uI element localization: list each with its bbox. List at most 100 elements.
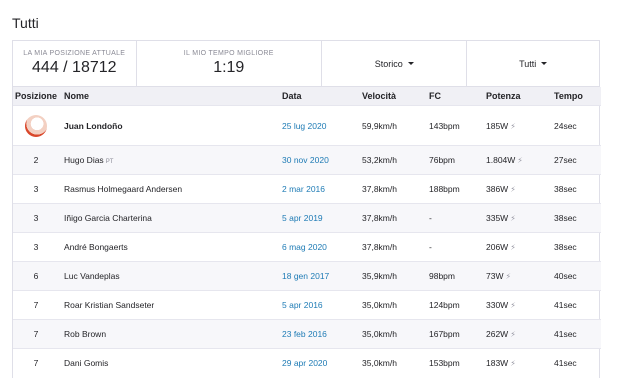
row-time: 38sec <box>549 203 601 233</box>
athlete-name-link[interactable]: Luc Vandeplas <box>64 271 120 281</box>
column-header-position[interactable]: Posizione <box>13 87 59 106</box>
my-position-label: LA MIA POSIZIONE ATTUALE <box>23 50 126 57</box>
row-date-cell: 29 apr 2020 <box>277 348 357 378</box>
row-heart-rate: - <box>424 232 481 262</box>
row-position: 7 <box>13 319 59 349</box>
row-athlete-cell: André Bongaerts <box>59 232 277 262</box>
activity-date-link[interactable]: 25 lug 2020 <box>282 121 326 131</box>
row-power: 330W <box>486 300 509 310</box>
best-time-cell: IL MIO TEMPO MIGLIORE 1:19 <box>137 41 322 86</box>
row-power: 1.804W <box>486 155 516 165</box>
lightning-icon: ⚡ <box>510 243 516 252</box>
row-power: 73W <box>486 271 504 281</box>
row-power: 206W <box>486 242 509 252</box>
athlete-name-link[interactable]: Hugo Dias <box>64 155 104 165</box>
row-time: 24sec <box>549 105 601 146</box>
row-time: 27sec <box>549 145 601 175</box>
row-time: 38sec <box>549 232 601 262</box>
row-date-cell: 25 lug 2020 <box>277 105 357 146</box>
row-speed: 53,2km/h <box>357 145 424 175</box>
filter-dropdown[interactable]: Tutti <box>519 58 548 69</box>
athlete-name-link[interactable]: André Bongaerts <box>64 242 128 252</box>
athlete-name-link[interactable]: Juan Londoño <box>64 121 123 131</box>
column-header-power[interactable]: Potenza <box>481 87 549 106</box>
activity-date-link[interactable]: 18 gen 2017 <box>282 271 329 281</box>
pt-badge: PT <box>105 159 114 165</box>
table-row[interactable]: 7 Roar Kristian Sandseter 5 apr 2016 35,0km… <box>13 290 601 320</box>
filter-dropdown-cell: Tutti <box>467 41 599 86</box>
row-power-cell: 262W ⚡ <box>481 319 549 349</box>
table-body: Juan Londoño 25 lug 2020 59,9km/h 143bpm 185… <box>13 105 601 378</box>
row-speed: 35,0km/h <box>357 290 424 320</box>
row-date-cell: 30 nov 2020 <box>277 145 357 175</box>
row-position: 3 <box>13 174 59 204</box>
activity-date-link[interactable]: 30 nov 2020 <box>282 155 329 165</box>
table-row[interactable]: 6 Luc Vandeplas 18 gen 2017 35,9km/h 98bpm 73… <box>13 261 601 291</box>
activity-date-link[interactable]: 5 apr 2016 <box>282 300 323 310</box>
row-power-cell: 206W ⚡ <box>481 232 549 262</box>
row-athlete-cell: Rasmus Holmegaard Andersen <box>59 174 277 204</box>
my-position-cell: LA MIA POSIZIONE ATTUALE 444 / 18712 <box>13 41 137 86</box>
table-row[interactable]: 3 Rasmus Holmegaard Andersen 2 mar 2016 37,… <box>13 174 601 204</box>
activity-date-link[interactable]: 6 mag 2020 <box>282 242 327 252</box>
row-speed: 35,0km/h <box>357 348 424 378</box>
row-position: 6 <box>13 261 59 291</box>
athlete-name-link[interactable]: Rasmus Holmegaard Andersen <box>64 184 182 194</box>
row-heart-rate: 143bpm <box>424 105 481 146</box>
row-date-cell: 18 gen 2017 <box>277 261 357 291</box>
summary-bar: LA MIA POSIZIONE ATTUALE 444 / 18712 IL … <box>13 41 599 87</box>
kom-avatar-icon[interactable] <box>25 114 47 137</box>
row-speed: 35,9km/h <box>357 261 424 291</box>
lightning-icon: ⚡ <box>510 301 516 310</box>
activity-date-link[interactable]: 5 apr 2019 <box>282 213 323 223</box>
history-dropdown[interactable]: Storico <box>375 59 414 69</box>
row-date-cell: 6 mag 2020 <box>277 232 357 262</box>
row-power-cell: 386W ⚡ <box>481 174 549 204</box>
row-power-cell: 73W ⚡ <box>481 261 549 291</box>
table-row[interactable]: 7 Dani Gomis 29 apr 2020 35,0km/h 153bpm 183W… <box>13 348 601 378</box>
row-position: 7 <box>13 348 59 378</box>
leaderboard-panel: LA MIA POSIZIONE ATTUALE 444 / 18712 IL … <box>12 40 601 378</box>
row-athlete-cell: Juan Londoño <box>59 105 277 146</box>
lightning-icon: ⚡ <box>517 156 523 165</box>
column-header-hr[interactable]: FC <box>424 87 481 106</box>
activity-date-link[interactable]: 2 mar 2016 <box>282 184 325 194</box>
row-position <box>13 105 59 146</box>
row-speed: 59,9km/h <box>357 105 424 146</box>
row-power-cell: 330W ⚡ <box>481 290 549 320</box>
column-header-name[interactable]: Nome <box>59 87 277 106</box>
row-date-cell: 5 apr 2016 <box>277 290 357 320</box>
row-time: 38sec <box>549 174 601 204</box>
row-position: 2 <box>13 145 59 175</box>
row-athlete-cell: Rob Brown <box>59 319 277 349</box>
row-power-cell: 335W ⚡ <box>481 203 549 233</box>
table-row[interactable]: 7 Rob Brown 23 feb 2016 35,0km/h 167bpm 262W ⚡… <box>13 319 601 349</box>
activity-date-link[interactable]: 23 feb 2016 <box>282 329 327 339</box>
row-heart-rate: - <box>424 203 481 233</box>
column-header-time[interactable]: Tempo <box>549 87 601 106</box>
table-row[interactable]: 3 André Bongaerts 6 mag 2020 37,8km/h -206W ⚡… <box>13 232 601 262</box>
row-time: 40sec <box>549 261 601 291</box>
row-date-cell: 23 feb 2016 <box>277 319 357 349</box>
filter-dropdown-label: Tutti <box>519 58 537 69</box>
table-row[interactable]: 2 Hugo Dias PT 30 nov 2020 53,2km/h 76bpm 1.80… <box>13 145 601 175</box>
best-time-label: IL MIO TEMPO MIGLIORE <box>183 50 274 57</box>
column-header-date[interactable]: Data <box>277 87 357 106</box>
caret-down-icon <box>407 62 414 65</box>
row-time: 41sec <box>549 290 601 320</box>
table-row[interactable]: 3 Iñigo Garcia Charterina 5 apr 2019 37,8km… <box>13 203 601 233</box>
lightning-icon: ⚡ <box>510 330 516 339</box>
row-athlete-cell: Dani Gomis <box>59 348 277 378</box>
my-position-value: 444 / 18712 <box>32 59 117 76</box>
row-date-cell: 5 apr 2019 <box>277 203 357 233</box>
athlete-name-link[interactable]: Roar Kristian Sandseter <box>64 300 154 310</box>
table-header-row: Posizione Nome Data Velocità FC Potenza … <box>13 87 601 106</box>
row-athlete-cell: Luc Vandeplas <box>59 261 277 291</box>
athlete-name-link[interactable]: Iñigo Garcia Charterina <box>64 213 152 223</box>
row-power-cell: 1.804W ⚡ <box>481 145 549 175</box>
row-power: 386W <box>486 184 509 194</box>
best-time-value: 1:19 <box>213 59 245 76</box>
column-header-speed[interactable]: Velocità <box>357 87 424 106</box>
table-row[interactable]: Juan Londoño 25 lug 2020 59,9km/h 143bpm 185… <box>13 105 601 146</box>
athlete-name-link[interactable]: Rob Brown <box>64 329 106 339</box>
